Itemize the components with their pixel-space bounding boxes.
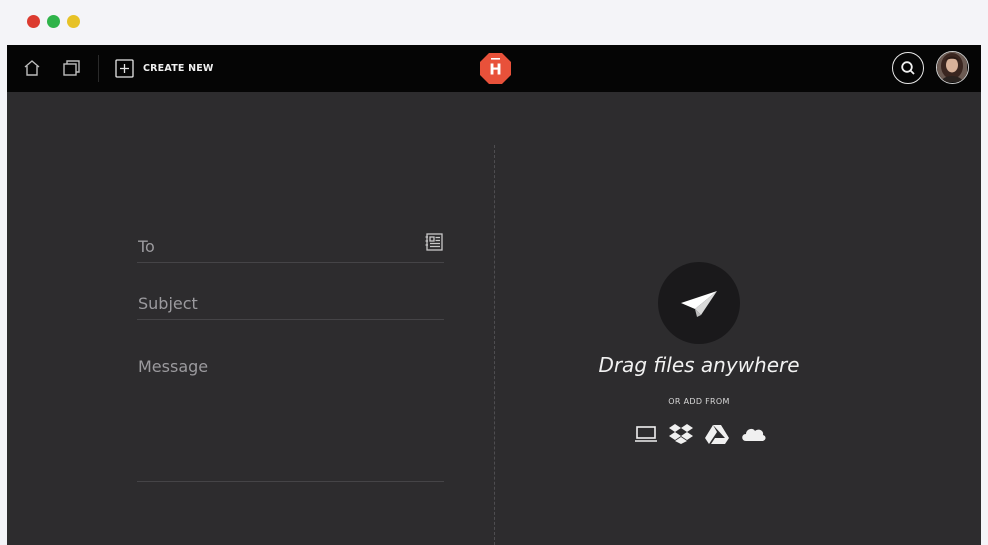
dropbox-icon[interactable] [668, 423, 694, 445]
subject-input[interactable] [138, 293, 408, 313]
nav-separator [98, 55, 99, 82]
paper-plane-icon [681, 291, 717, 317]
message-field [137, 351, 444, 482]
panel-divider [494, 145, 495, 545]
add-from-label: OR ADD FROM [668, 397, 730, 406]
top-navigation-bar: CREATE NEW H [7, 45, 981, 92]
app-window: CREATE NEW H To Subject Message Drag fil… [7, 45, 981, 545]
minimize-window-button[interactable] [67, 15, 80, 28]
address-book-icon[interactable] [424, 232, 444, 252]
maximize-window-button[interactable] [47, 15, 60, 28]
plus-square-icon [115, 58, 134, 78]
create-new-button[interactable]: CREATE NEW [115, 57, 214, 79]
search-button[interactable] [892, 52, 924, 84]
close-window-button[interactable] [27, 15, 40, 28]
logo-letter: H [489, 61, 502, 79]
upload-button[interactable] [658, 262, 740, 344]
to-field [137, 230, 444, 263]
windows-icon[interactable] [60, 57, 82, 79]
app-logo[interactable]: H [479, 52, 512, 85]
message-input[interactable] [138, 357, 438, 467]
computer-icon[interactable] [633, 423, 659, 445]
user-avatar[interactable] [936, 51, 969, 84]
drag-files-title: Drag files anywhere [598, 353, 800, 377]
subject-field [137, 287, 444, 320]
to-input[interactable] [138, 236, 408, 256]
google-drive-icon[interactable] [704, 423, 730, 445]
window-titlebar [0, 0, 988, 45]
home-icon[interactable] [21, 57, 43, 79]
search-icon [901, 61, 915, 75]
onedrive-icon[interactable] [740, 423, 766, 445]
create-new-label: CREATE NEW [143, 62, 214, 74]
